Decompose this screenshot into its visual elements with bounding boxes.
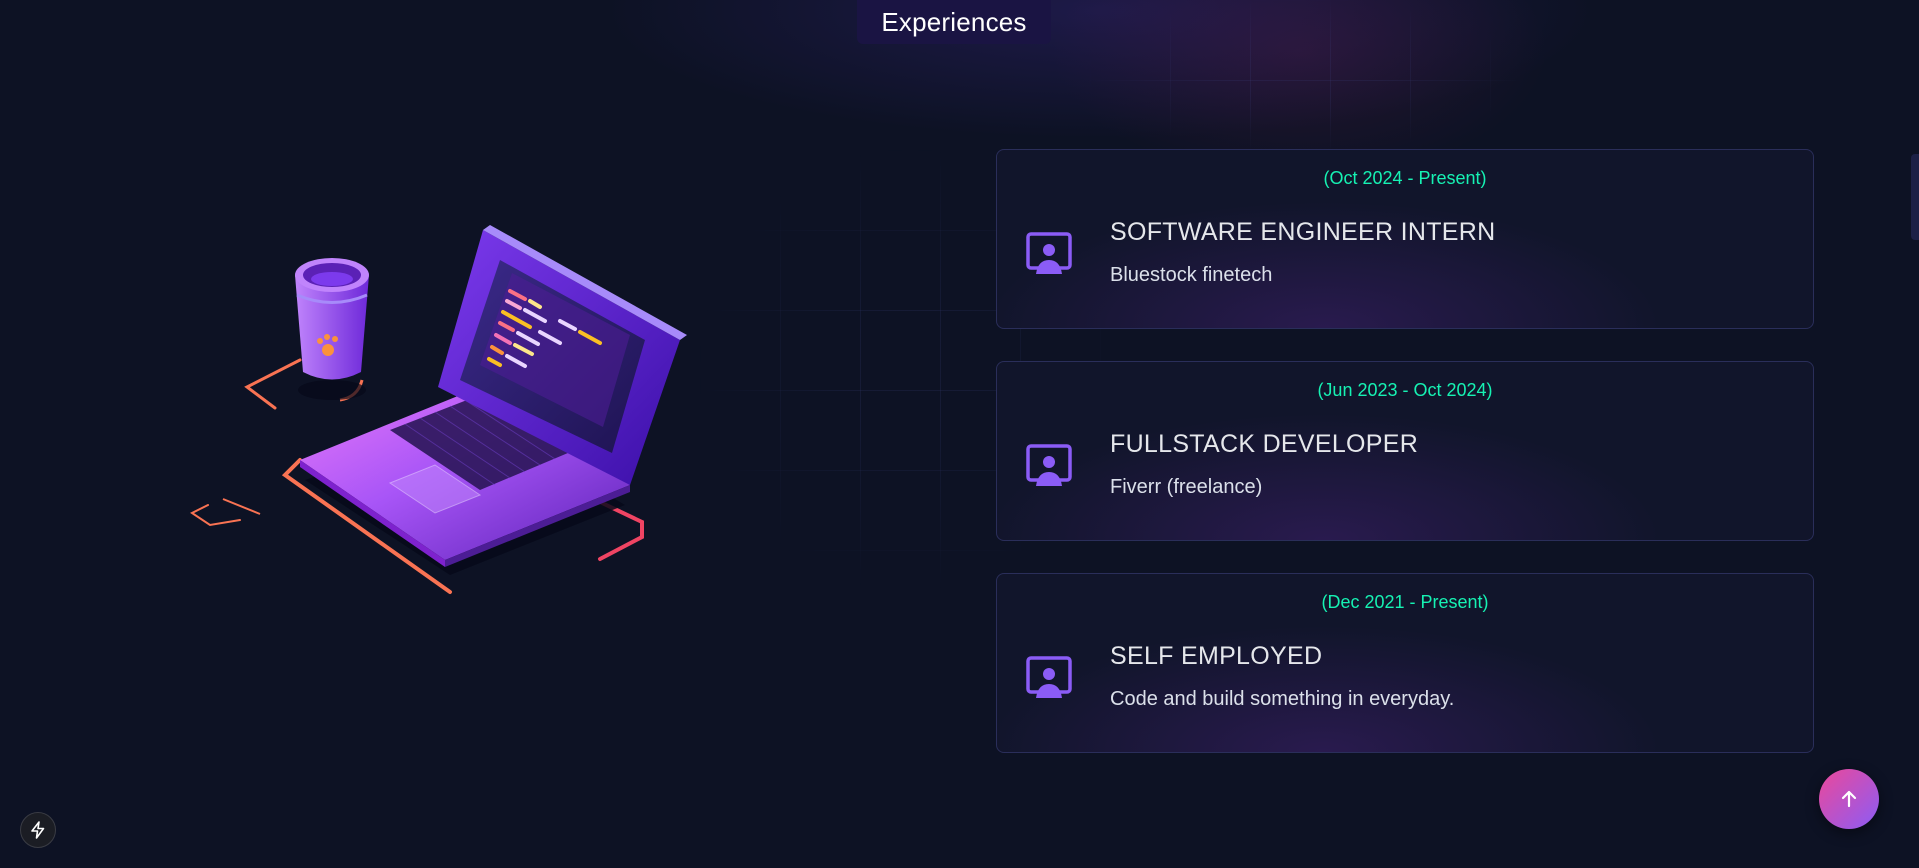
lightning-bolt-button[interactable] [20, 812, 56, 848]
experience-title: SELF EMPLOYED [1110, 642, 1323, 670]
background-glow-top [600, 0, 1600, 140]
arrow-up-icon [1841, 790, 1857, 808]
experience-card: (Oct 2024 - Present) SOFTWARE ENGINEER I… [996, 149, 1814, 329]
experience-date: (Jun 2023 - Oct 2024) [1317, 380, 1493, 400]
experience-card: (Dec 2021 - Present) SELF EMPLOYED Code … [996, 573, 1814, 753]
person-presentation-icon [1025, 654, 1073, 702]
laptop-coffee-illustration [180, 215, 700, 605]
experience-date: (Dec 2021 - Present) [1321, 592, 1489, 612]
experience-card: (Jun 2023 - Oct 2024) FULLSTACK DEVELOPE… [996, 361, 1814, 541]
experience-company: Fiverr (freelance) [1110, 476, 1263, 498]
section-title: Experiences [857, 0, 1051, 44]
experience-company: Bluestock finetech [1110, 264, 1273, 286]
experience-title: SOFTWARE ENGINEER INTERN [1110, 218, 1496, 246]
person-presentation-icon [1025, 442, 1073, 490]
experience-date: (Oct 2024 - Present) [1323, 168, 1487, 188]
background-grid-top [1090, 0, 1520, 150]
scroll-to-top-button[interactable] [1819, 769, 1879, 829]
experience-title: FULLSTACK DEVELOPER [1110, 430, 1419, 458]
experience-company: Code and build something in everyday. [1110, 688, 1455, 710]
experience-timeline: (Oct 2024 - Present) SOFTWARE ENGINEER I… [996, 149, 1814, 785]
lightning-bolt-icon [31, 821, 45, 839]
scrollbar-thumb[interactable] [1911, 154, 1919, 240]
person-presentation-icon [1025, 230, 1073, 278]
